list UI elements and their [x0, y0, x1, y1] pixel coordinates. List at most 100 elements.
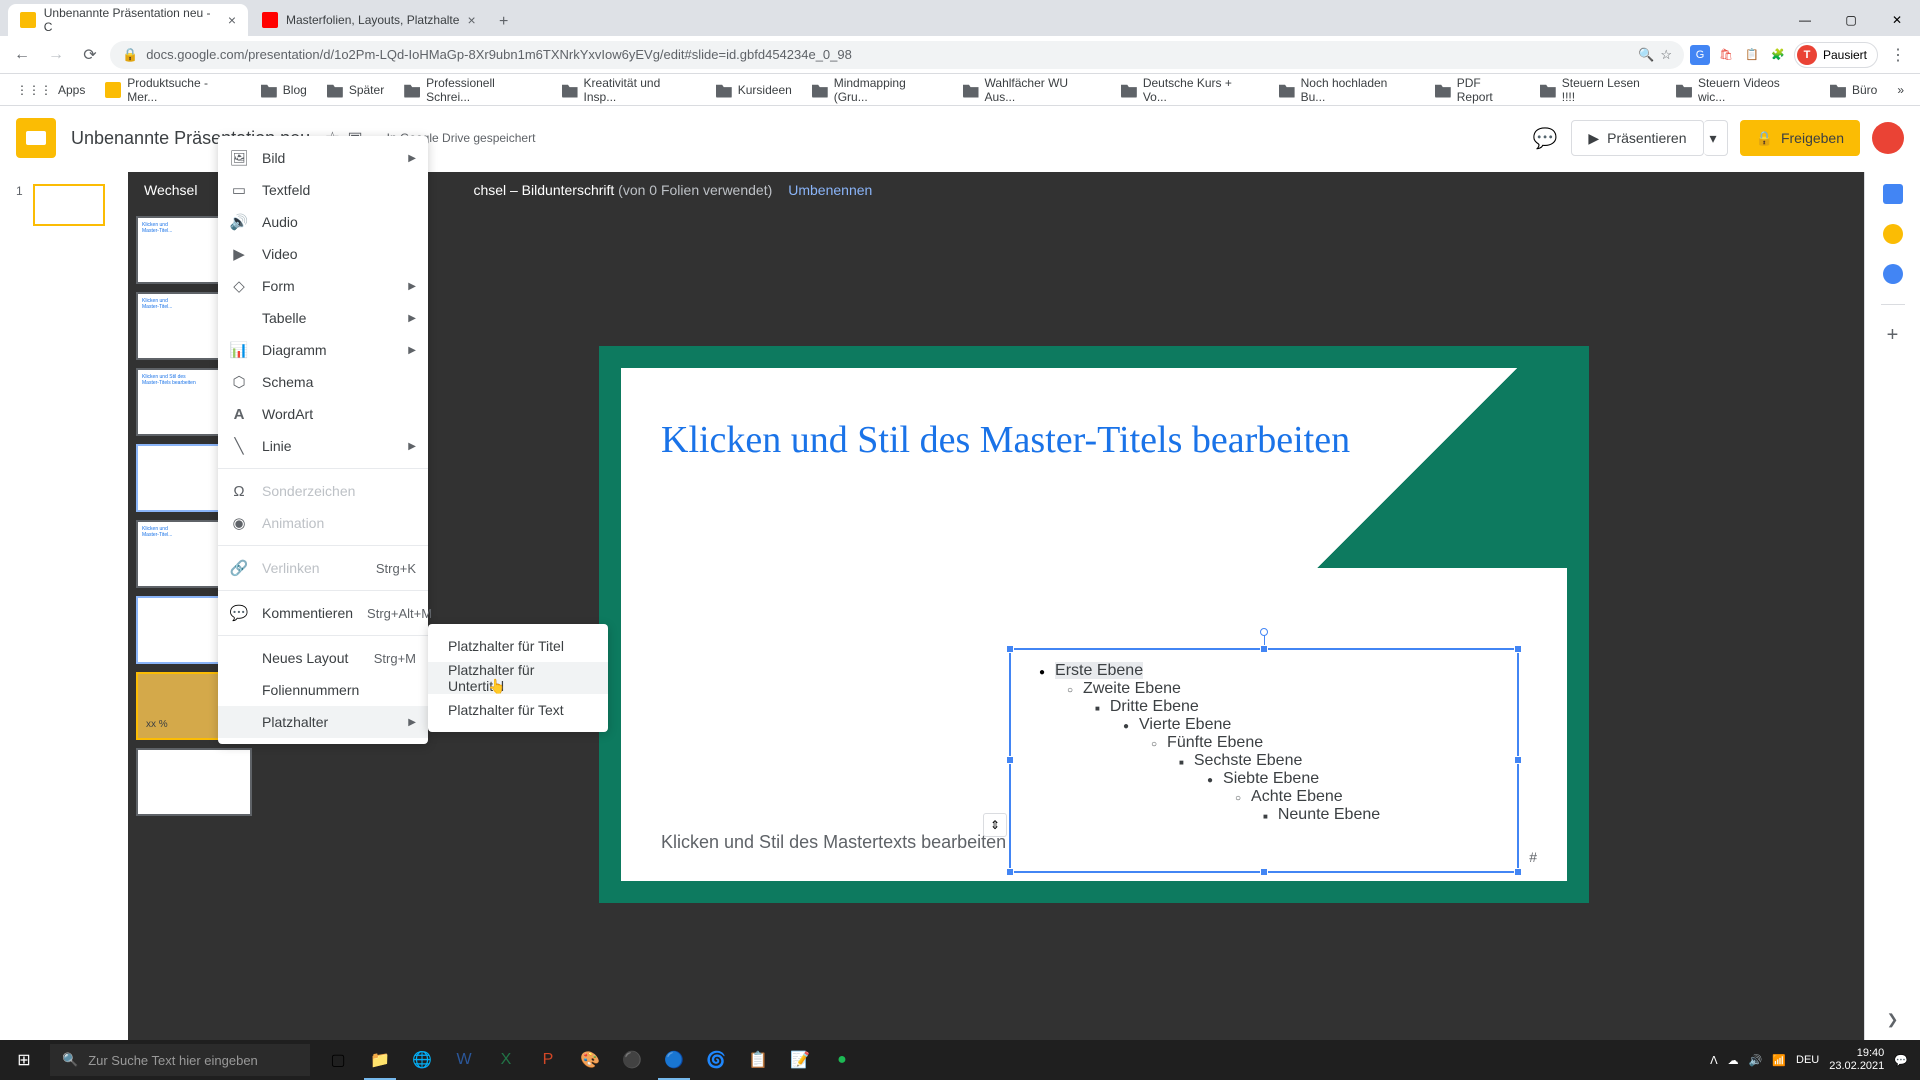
bookmark-item[interactable]: Kursideen — [708, 78, 800, 102]
resize-handle[interactable] — [1006, 756, 1014, 764]
text-placeholder-selected[interactable]: Erste Ebene Zweite Ebene Dritte Ebene Vi… — [1009, 648, 1519, 873]
extension-icon[interactable]: 🛍 — [1716, 45, 1736, 65]
bookmark-item[interactable]: Professionell Schrei... — [396, 72, 549, 108]
taskbar-obs[interactable]: ⚫ — [612, 1040, 652, 1080]
master-title-placeholder[interactable]: Klicken und Stil des Master-Titels bearb… — [661, 418, 1350, 462]
share-button[interactable]: 🔒 Freigeben — [1740, 120, 1860, 156]
collapse-panel-button[interactable]: ❯ — [1887, 1011, 1899, 1028]
menu-foliennummern[interactable]: Foliennummern — [218, 674, 428, 706]
user-avatar[interactable] — [1872, 122, 1904, 154]
menu-kommentieren[interactable]: 💬KommentierenStrg+Alt+M — [218, 597, 428, 629]
taskbar-powerpoint[interactable]: P — [528, 1040, 568, 1080]
taskbar-edge[interactable]: 🌐 — [402, 1040, 442, 1080]
taskbar-app[interactable]: 🎨 — [570, 1040, 610, 1080]
menu-diagramm[interactable]: 📊Diagramm▶ — [218, 334, 428, 366]
menu-bild[interactable]: 🖼Bild▶ — [218, 142, 428, 174]
nav-forward[interactable]: → — [42, 41, 70, 69]
resize-handle[interactable] — [1260, 645, 1268, 653]
tray-cloud-icon[interactable]: ☁ — [1728, 1054, 1739, 1067]
nav-back[interactable]: ← — [8, 41, 36, 69]
submenu-untertitel[interactable]: Platzhalter für Untertitel — [428, 662, 608, 694]
menu-schema[interactable]: ⬡Schema — [218, 366, 428, 398]
menu-neues-layout[interactable]: Neues LayoutStrg+M — [218, 642, 428, 674]
menu-wordart[interactable]: AWordArt — [218, 398, 428, 430]
bookmark-item[interactable]: Mindmapping (Gru... — [804, 72, 951, 108]
tray-language[interactable]: DEU — [1796, 1054, 1819, 1066]
present-dropdown[interactable]: ▾ — [1704, 120, 1728, 156]
taskbar-spotify[interactable]: ● — [822, 1040, 862, 1080]
menu-linie[interactable]: ╲Linie▶ — [218, 430, 428, 462]
taskbar-excel[interactable]: X — [486, 1040, 526, 1080]
bookmark-item[interactable]: Steuern Lesen !!!! — [1532, 72, 1664, 108]
rotation-handle[interactable] — [1260, 628, 1268, 636]
browser-menu[interactable]: ⋮ — [1884, 41, 1912, 69]
profile-chip[interactable]: T Pausiert — [1794, 42, 1878, 68]
menu-video[interactable]: ▶Video — [218, 238, 428, 270]
taskbar-search[interactable]: 🔍 Zur Suche Text hier eingeben — [50, 1044, 310, 1076]
menu-audio[interactable]: 🔊Audio — [218, 206, 428, 238]
browser-tab-active[interactable]: Unbenannte Präsentation neu - C × — [8, 4, 248, 36]
taskbar-chrome[interactable]: 🔵 — [654, 1040, 694, 1080]
tray-wifi-icon[interactable]: 📶 — [1772, 1054, 1786, 1067]
keep-icon[interactable] — [1883, 224, 1903, 244]
bookmark-apps[interactable]: ⋮⋮⋮Apps — [8, 79, 93, 101]
window-close[interactable]: ✕ — [1874, 4, 1920, 36]
resize-handle[interactable] — [1514, 868, 1522, 876]
submenu-titel[interactable]: Platzhalter für Titel — [428, 630, 608, 662]
taskbar-word[interactable]: W — [444, 1040, 484, 1080]
extension-icon[interactable]: 🧩 — [1768, 45, 1788, 65]
slides-logo[interactable] — [16, 118, 56, 158]
taskbar-app2[interactable]: 📋 — [738, 1040, 778, 1080]
taskbar-edge2[interactable]: 🌀 — [696, 1040, 736, 1080]
bookmark-item[interactable]: Später — [319, 78, 392, 102]
tab-close-icon[interactable]: × — [228, 12, 236, 28]
caption-placeholder[interactable]: Klicken und Stil des Mastertexts bearbei… — [661, 832, 1006, 853]
rename-link[interactable]: Umbenennen — [788, 182, 872, 198]
window-minimize[interactable]: — — [1782, 4, 1828, 36]
calendar-icon[interactable] — [1883, 184, 1903, 204]
resize-handle[interactable] — [1006, 645, 1014, 653]
submenu-text[interactable]: Platzhalter für Text — [428, 694, 608, 726]
start-button[interactable]: ⊞ — [0, 1040, 48, 1080]
window-maximize[interactable]: ▢ — [1828, 4, 1874, 36]
zoom-icon[interactable]: 🔍 — [1638, 47, 1654, 63]
nav-reload[interactable]: ⟳ — [76, 41, 104, 69]
extension-icon[interactable]: G — [1690, 45, 1710, 65]
comments-button[interactable]: 💬 — [1531, 124, 1559, 152]
bookmark-item[interactable]: Noch hochladen Bu... — [1271, 72, 1423, 108]
taskbar-notepad[interactable]: 📝 — [780, 1040, 820, 1080]
tasks-icon[interactable] — [1883, 264, 1903, 284]
new-tab-button[interactable]: + — [490, 8, 518, 36]
browser-tab-inactive[interactable]: Masterfolien, Layouts, Platzhalte × — [250, 4, 488, 36]
bookmark-item[interactable]: Kreativität und Insp... — [554, 72, 704, 108]
page-number-placeholder[interactable]: # — [1529, 849, 1537, 865]
add-icon[interactable]: + — [1883, 325, 1903, 345]
tray-expand[interactable]: ᐱ — [1710, 1054, 1718, 1067]
bookmark-overflow[interactable]: » — [1889, 79, 1912, 101]
tray-clock[interactable]: 19:40 23.02.2021 — [1829, 1047, 1884, 1073]
menu-form[interactable]: ◇Form▶ — [218, 270, 428, 302]
tray-notifications[interactable]: 💬 — [1894, 1054, 1908, 1067]
menu-tabelle[interactable]: Tabelle▶ — [218, 302, 428, 334]
slide-canvas[interactable]: Klicken und Stil des Master-Titels bearb… — [599, 346, 1589, 903]
resize-handle[interactable] — [1514, 756, 1522, 764]
resize-handle[interactable] — [1006, 868, 1014, 876]
layout-thumb[interactable] — [136, 748, 252, 816]
menu-textfeld[interactable]: ▭Textfeld — [218, 174, 428, 206]
tray-volume-icon[interactable]: 🔊 — [1749, 1054, 1763, 1067]
extension-icon[interactable]: 📋 — [1742, 45, 1762, 65]
bookmark-item[interactable]: Büro — [1822, 78, 1885, 102]
bookmark-item[interactable]: PDF Report — [1427, 72, 1528, 108]
task-view-button[interactable]: ▢ — [318, 1040, 358, 1080]
bookmark-item[interactable]: Blog — [253, 78, 315, 102]
address-bar[interactable]: 🔒 docs.google.com/presentation/d/1o2Pm-L… — [110, 41, 1684, 69]
menu-platzhalter[interactable]: Platzhalter▶ — [218, 706, 428, 738]
present-button[interactable]: ▶ Präsentieren — [1571, 120, 1703, 156]
bookmark-item[interactable]: Produktsuche - Mer... — [97, 72, 248, 108]
tab-close-icon[interactable]: × — [467, 12, 475, 28]
bookmark-item[interactable]: Deutsche Kurs + Vo... — [1113, 72, 1267, 108]
star-icon[interactable]: ☆ — [1660, 47, 1672, 63]
resize-handle[interactable] — [1514, 645, 1522, 653]
bookmark-item[interactable]: Steuern Videos wic... — [1668, 72, 1818, 108]
taskbar-explorer[interactable]: 📁 — [360, 1040, 400, 1080]
